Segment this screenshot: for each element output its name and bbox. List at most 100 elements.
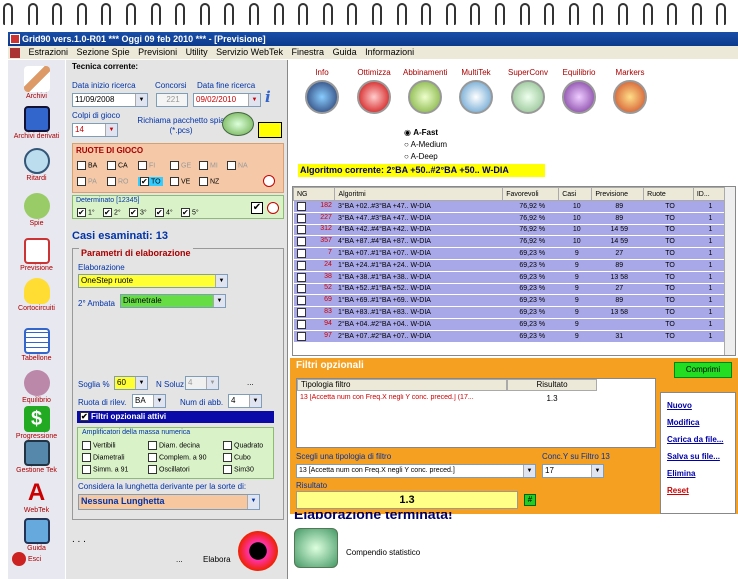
elabora-button[interactable] <box>238 531 278 571</box>
scegli-select[interactable]: 13 [Accetta num con Freq.X negli Y conc.… <box>296 464 536 478</box>
col-ruote[interactable]: Ruote <box>643 187 694 201</box>
sidebar-ritardi[interactable]: Ritardi <box>8 148 65 182</box>
ampl-complem-90[interactable]: Complem. a 90 <box>148 453 206 462</box>
det-5[interactable]: 5° <box>181 208 199 217</box>
sidebar-esci[interactable]: Esci <box>8 552 65 566</box>
ampl-simm-91[interactable]: Simm. a 91 <box>82 465 128 474</box>
table-row[interactable]: 182 3°BA +02..#3°BA +47.. W-DIA 76,92 % 10 8… <box>293 200 725 213</box>
ampl-oscillatori[interactable]: Oscillatori <box>148 465 190 474</box>
tool-markers[interactable]: Markers <box>608 68 652 114</box>
col-algoritmi[interactable]: Algoritmi <box>334 187 504 201</box>
chevron-down-icon[interactable]: ▼ <box>135 94 147 106</box>
filtri-attivi-toggle[interactable]: Filtri opzionali attivi <box>77 411 274 423</box>
tool-info[interactable]: Info <box>300 68 344 114</box>
sidebar-gestione-tek[interactable]: Gestione Tek <box>8 440 65 474</box>
tool-superconv[interactable]: SuperConv <box>506 68 550 114</box>
table-row[interactable]: 227 3°BA +47..#3°BA +47.. W-DIA 76,92 % 10 8… <box>293 212 725 225</box>
data-inizio-field[interactable]: 11/09/2008 ▼ <box>72 93 148 107</box>
check-all-icon[interactable]: ✔ <box>251 202 263 214</box>
ampl-diametrali[interactable]: Diametrali <box>82 453 125 462</box>
col-previsione[interactable]: Previsione <box>591 187 645 201</box>
table-row[interactable]: 52 1°BA +52..#1°BA +52.. W-DIA 69,23 % 9 27 T… <box>293 283 725 296</box>
sidebar-cortocircuiti[interactable]: Cortocircuiti <box>8 278 65 312</box>
ruota-rilev-select[interactable]: BA ▼ <box>132 394 166 408</box>
row-checkbox[interactable] <box>296 201 306 211</box>
ruota-pa[interactable]: PA <box>77 177 97 186</box>
lunghetta-select[interactable]: Nessuna Lunghetta ▼ <box>78 494 260 510</box>
chevron-down-icon[interactable]: ▼ <box>248 94 260 106</box>
link-salva[interactable]: Salva su file... <box>667 452 735 461</box>
sidebar-progressione[interactable]: $ Progressione <box>8 406 65 440</box>
compendio-button[interactable] <box>294 528 338 568</box>
row-checkbox[interactable] <box>296 237 306 247</box>
menu-utility[interactable]: Utility <box>183 47 211 57</box>
elaborazione-select[interactable]: OneStep ruote ▼ <box>78 274 228 288</box>
row-checkbox[interactable] <box>296 225 306 235</box>
link-reset[interactable]: Reset <box>667 486 735 495</box>
table-row[interactable]: 312 4°BA +42..#4°BA +42.. W-DIA 76,92 % 10 1… <box>293 224 725 237</box>
mode-fast[interactable]: ◉ A-Fast <box>404 128 438 137</box>
sidebar-archivi[interactable]: Archivi <box>8 66 65 100</box>
num-abb-select[interactable]: 4 ▼ <box>228 394 262 408</box>
det-1[interactable]: 1° <box>77 208 95 217</box>
col-favorevoli[interactable]: Favorevoli <box>502 187 560 201</box>
ftable-col-tipologia[interactable]: Tipologia filtro <box>297 379 507 391</box>
sidebar-guida[interactable]: Guida <box>8 518 65 552</box>
sidebar-webtek[interactable]: A WebTek <box>8 480 65 515</box>
ftable-cell-risultato[interactable]: 1.3 <box>507 394 597 403</box>
ruota-mi[interactable]: MI <box>199 161 218 170</box>
det-3[interactable]: 3° <box>129 208 147 217</box>
sidebar-spie[interactable]: Spie <box>8 193 65 227</box>
data-fine-field[interactable]: 09/02/2010 ▼ <box>193 93 261 107</box>
ampl-sim30[interactable]: Sim30 <box>223 465 254 474</box>
ftable-cell-tipologia[interactable]: 13 [Accetta num con Freq.X negli Y conc.… <box>300 394 505 401</box>
row-checkbox[interactable] <box>296 260 306 270</box>
menu-finestra[interactable]: Finestra <box>289 47 328 57</box>
tool-ottimizza[interactable]: Ottimizza <box>352 68 396 114</box>
apply-hash-button[interactable]: # <box>524 494 536 506</box>
clear-ruote-icon[interactable] <box>263 175 275 187</box>
table-row[interactable]: 7 1°BA +07..#1°BA +07.. W-DIA 69,23 % 9 27 TO… <box>293 247 725 260</box>
ftable-col-risultato[interactable]: Risultato <box>507 379 597 391</box>
table-row[interactable]: 38 1°BA +38..#1°BA +38.. W-DIA 69,23 % 9 13 … <box>293 271 725 284</box>
link-nuovo[interactable]: Nuovo <box>667 401 735 410</box>
row-checkbox[interactable] <box>296 284 306 294</box>
table-row[interactable]: 97 2°BA +07..#2°BA +07.. W-DIA 69,23 % 9 31 T… <box>293 330 725 343</box>
table-row[interactable]: 83 1°BA +83..#1°BA +83.. W-DIA 69,23 % 9 13 … <box>293 306 725 319</box>
clear-det-icon[interactable] <box>267 202 279 214</box>
menu-sezione-spie[interactable]: Sezione Spie <box>74 47 133 57</box>
ruota-nz[interactable]: NZ <box>199 177 219 186</box>
conc-select[interactable]: 17 ▼ <box>542 464 604 478</box>
menu-servizio-webtek[interactable]: Servizio WebTek <box>213 47 286 57</box>
comprimi-button[interactable]: Comprimi <box>674 362 732 378</box>
ruota-ca[interactable]: CA <box>107 161 128 170</box>
table-row[interactable]: 94 2°BA +04..#2°BA +04.. W-DIA 69,23 % 9 TO 1 <box>293 318 725 331</box>
col-id[interactable]: ID... <box>692 187 726 201</box>
tool-abbinamenti[interactable]: Abbinamenti <box>403 68 447 114</box>
menu-previsioni[interactable]: Previsioni <box>135 47 180 57</box>
nsoluz-select[interactable]: 4 ▼ <box>185 376 219 390</box>
sidebar-previsione[interactable]: Previsione <box>8 238 65 272</box>
det-4[interactable]: 4° <box>155 208 173 217</box>
row-checkbox[interactable] <box>296 296 306 306</box>
table-row[interactable]: 69 1°BA +69..#1°BA +69.. W-DIA 69,23 % 9 89 T… <box>293 294 725 308</box>
col-casi[interactable]: Casi <box>558 187 593 201</box>
sidebar-archivi-derivati[interactable]: Archivi derivati <box>8 106 65 140</box>
link-modifica[interactable]: Modifica <box>667 418 735 427</box>
ruota-to[interactable]: TO <box>138 177 163 186</box>
mode-medium[interactable]: ○ A-Medium <box>404 140 447 149</box>
ruota-ge[interactable]: GE <box>170 161 191 170</box>
chevron-down-icon[interactable]: ▼ <box>105 124 117 136</box>
ampl-cubo[interactable]: Cubo <box>223 453 251 462</box>
table-row[interactable]: 357 4°BA +87..#4°BA +87.. W-DIA 76,92 % 10 1… <box>293 235 725 249</box>
tool-multitek[interactable]: MultiTek <box>454 68 498 114</box>
ampl-diam-decina[interactable]: Diam. decina <box>148 441 200 450</box>
sidebar-tabellone[interactable]: Tabellone <box>8 328 65 362</box>
row-checkbox[interactable] <box>296 213 306 223</box>
ruota-ba[interactable]: BA <box>77 161 97 170</box>
tool-equilibrio[interactable]: Equilibrio <box>557 68 601 114</box>
table-row[interactable]: 24 1°BA +24..#1°BA +24.. W-DIA 69,23 % 9 89 T… <box>293 259 725 272</box>
ruota-ro[interactable]: RO <box>107 177 129 186</box>
colpi-field[interactable]: 14 ▼ <box>72 123 118 137</box>
det-2[interactable]: 2° <box>103 208 121 217</box>
